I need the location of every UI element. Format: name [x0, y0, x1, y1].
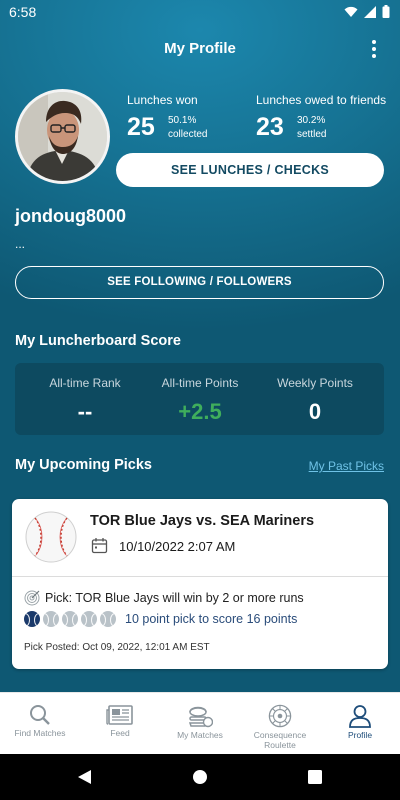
person-icon [349, 705, 371, 728]
app-bar: My Profile [0, 24, 400, 74]
pick-text: Pick: TOR Blue Jays will win by 2 or mor… [45, 591, 304, 605]
home-icon[interactable] [192, 769, 208, 785]
newspaper-icon [106, 705, 133, 725]
wifi-icon [344, 6, 358, 17]
lunches-owed-detail: 30.2% settled [297, 114, 326, 142]
bottom-nav: Find Matches Feed My Matches Consequence… [0, 692, 400, 754]
pick-row: Pick: TOR Blue Jays will win by 2 or mor… [24, 590, 304, 606]
card-divider [12, 576, 388, 577]
recents-icon[interactable] [308, 770, 322, 784]
weekly-points-value: 0 [308, 399, 322, 424]
bio-text: ... [15, 237, 26, 251]
pick-card[interactable]: TOR Blue Jays vs. SEA Mariners 10/10/202… [12, 499, 388, 669]
nav-feed[interactable]: Feed [80, 693, 160, 755]
confidence-ball-icon [100, 611, 116, 627]
avatar[interactable] [15, 89, 110, 184]
roulette-icon [268, 704, 292, 728]
nav-feed-label: Feed [110, 728, 130, 738]
confidence-ball-icon [24, 611, 40, 627]
baseball-icon [25, 511, 77, 563]
lunches-owed-pct: 30.2% [297, 115, 326, 126]
past-picks-link[interactable]: My Past Picks [309, 459, 384, 473]
luncherboard-score-card: All-time Rank -- All-time Points +2.5 We… [15, 363, 384, 435]
nav-my-matches-label: My Matches [177, 730, 223, 740]
my-matches-icon [188, 706, 213, 728]
status-time: 6:58 [9, 4, 37, 20]
confidence-ball-icon [81, 611, 97, 627]
search-icon [30, 705, 50, 725]
lunches-won-value: 25 [127, 113, 155, 141]
pick-posted-time: Pick Posted: Oct 09, 2022, 12:01 AM EST [24, 642, 210, 653]
username: jondoug8000 [15, 206, 127, 226]
nav-find-matches-label: Find Matches [14, 728, 66, 738]
lunches-won-label: Lunches won [127, 93, 198, 107]
profile-photo [18, 92, 107, 181]
calendar-icon [91, 538, 108, 554]
status-bar: 6:58 [0, 0, 400, 24]
target-icon [24, 590, 40, 606]
lunches-won-pct: 50.1% [168, 115, 197, 126]
nav-find-matches[interactable]: Find Matches [0, 693, 80, 755]
nav-profile-label: Profile [347, 730, 373, 740]
profile-screen: 6:58 My Profile Lunches won 25 50.1% col… [0, 0, 400, 800]
signal-icon [364, 5, 376, 18]
system-nav-bar [0, 754, 400, 800]
match-date: 10/10/2022 2:07 AM [119, 539, 236, 554]
weekly-points: Weekly Points 0 [245, 376, 385, 425]
luncherboard-title: My Luncherboard Score [15, 333, 181, 349]
nav-my-matches[interactable]: My Matches [160, 693, 240, 755]
status-icons [344, 5, 390, 18]
confidence-ball-icon [62, 611, 78, 627]
see-following-followers-button[interactable]: SEE FOLLOWING / FOLLOWERS [15, 266, 384, 299]
lunches-owed-label: Lunches owed to friends [256, 93, 387, 107]
lunches-owed-value: 23 [256, 113, 284, 141]
overflow-menu-icon[interactable] [364, 38, 384, 60]
confidence-rating: 10 point pick to score 16 points [24, 611, 297, 627]
nav-consequence-roulette-label: Consequence Roulette [253, 730, 307, 750]
lunches-won-detail: 50.1% collected [168, 114, 207, 142]
lunches-owed-sub: settled [297, 129, 327, 140]
nav-consequence-roulette[interactable]: Consequence Roulette [240, 693, 320, 755]
confidence-ball-icon [43, 611, 59, 627]
battery-icon [382, 5, 390, 18]
lunches-won-sub: collected [168, 129, 208, 140]
back-icon[interactable] [76, 769, 92, 785]
see-lunches-checks-button[interactable]: SEE LUNCHES / CHECKS [116, 153, 384, 187]
page-title: My Profile [164, 40, 236, 57]
weekly-points-label: Weekly Points [277, 376, 353, 390]
nav-profile[interactable]: Profile [320, 693, 400, 755]
matchup-title: TOR Blue Jays vs. SEA Mariners [90, 513, 315, 529]
upcoming-picks-title: My Upcoming Picks [15, 457, 152, 473]
points-text: 10 point pick to score 16 points [125, 612, 298, 626]
